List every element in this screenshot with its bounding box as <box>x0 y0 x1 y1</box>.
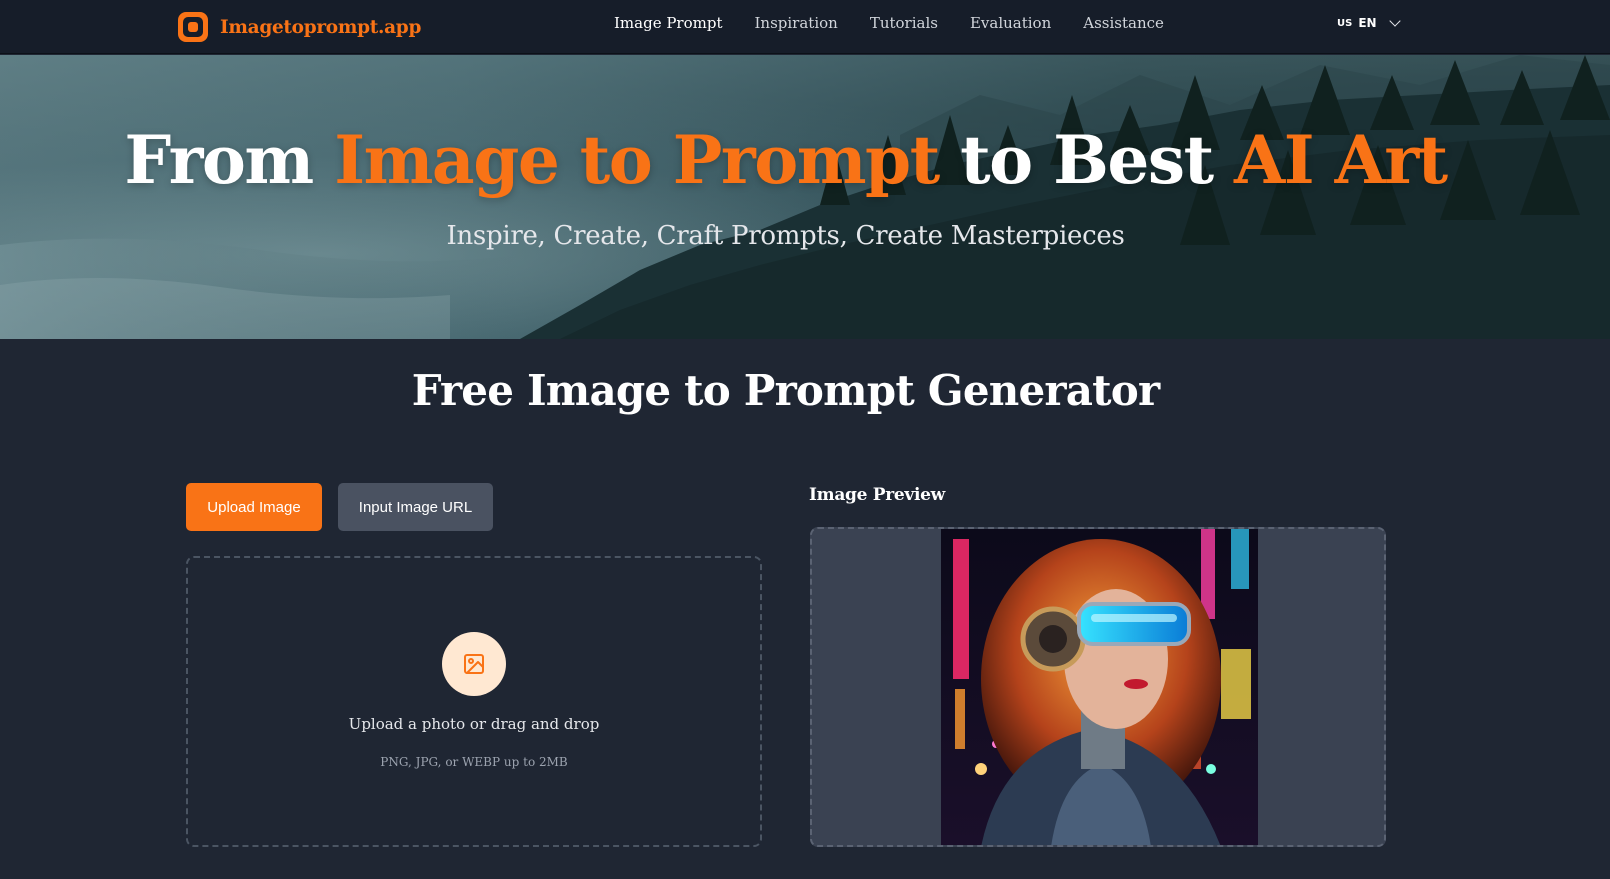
hero-title-accent2: AI Art <box>1234 121 1448 199</box>
hero-title-accent1: Image to Prompt <box>334 121 940 199</box>
us-flag-icon: US <box>1337 17 1353 29</box>
main-nav: Image Prompt Inspiration Tutorials Evalu… <box>614 0 1164 46</box>
tab-upload-image[interactable]: Upload Image <box>186 483 322 531</box>
logo-text: Imagetoprompt.app <box>220 16 422 38</box>
nav-inspiration[interactable]: Inspiration <box>755 14 838 32</box>
nav-evaluation[interactable]: Evaluation <box>970 14 1051 32</box>
nav-tutorials[interactable]: Tutorials <box>870 14 938 32</box>
image-preview-container <box>810 527 1386 847</box>
page-title: Free Image to Prompt Generator <box>411 366 1160 415</box>
hero-title-part1: From <box>124 121 335 199</box>
hero-title: From Image to Prompt to Best AI Art <box>0 121 1571 199</box>
hero-banner: From Image to Prompt to Best AI Art Insp… <box>0 55 1610 339</box>
image-icon <box>464 654 484 674</box>
logo-link[interactable]: Imagetoprompt.app <box>178 8 421 46</box>
nav-image-prompt[interactable]: Image Prompt <box>614 14 723 32</box>
top-navbar: Imagetoprompt.app Image Prompt Inspirati… <box>0 0 1610 54</box>
language-selector[interactable]: US EN <box>1337 13 1401 33</box>
preview-image <box>941 529 1258 845</box>
hero-subtitle: Inspire, Create, Craft Prompts, Create M… <box>446 221 1125 251</box>
logo-icon <box>178 12 208 42</box>
chevron-down-icon <box>1388 15 1401 27</box>
upload-dropzone[interactable]: Upload a photo or drag and drop PNG, JPG… <box>186 556 762 847</box>
tab-input-image-url[interactable]: Input Image URL <box>338 483 493 531</box>
language-code: EN <box>1358 16 1377 30</box>
nav-assistance[interactable]: Assistance <box>1083 14 1164 32</box>
upload-icon-circle <box>442 632 506 696</box>
hero-title-part2: to Best <box>938 121 1235 199</box>
dropzone-text: Upload a photo or drag and drop <box>348 715 600 733</box>
image-preview-label: Image Preview <box>809 485 946 505</box>
dropzone-hint: PNG, JPG, or WEBP up to 2MB <box>380 755 568 769</box>
